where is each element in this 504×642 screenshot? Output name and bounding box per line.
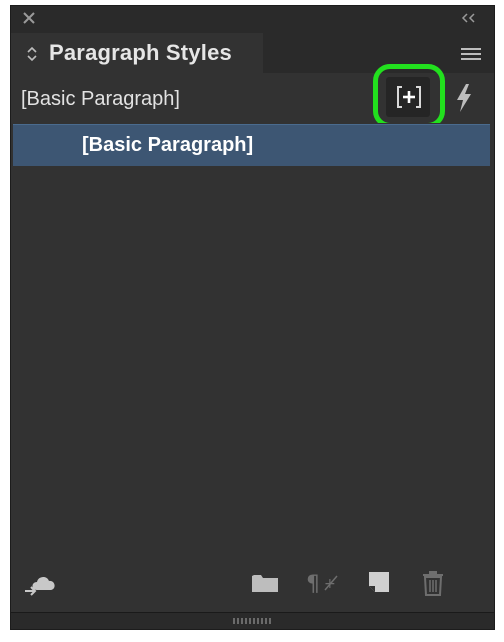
trash-icon[interactable] — [421, 570, 445, 601]
double-chevron-left-icon[interactable] — [460, 11, 478, 25]
svg-text:¶: ¶ — [306, 572, 320, 596]
panel-titlebar — [11, 6, 494, 33]
tab-paragraph-styles[interactable]: Paragraph Styles — [11, 33, 263, 73]
resize-handle[interactable] — [11, 612, 494, 629]
paragraph-styles-panel: Paragraph Styles [Basic Paragraph] [Basi… — [10, 5, 495, 630]
folder-icon[interactable] — [251, 570, 279, 599]
grip-icon — [233, 618, 271, 624]
list-item-basic-paragraph[interactable]: [Basic Paragraph] — [13, 124, 490, 166]
updown-arrows-icon — [26, 45, 38, 63]
pilcrow-clear-overrides-icon[interactable]: ¶ + — [305, 570, 345, 601]
hamburger-menu-icon[interactable] — [460, 46, 482, 62]
panel-bottom-toolbar: ¶ + — [11, 562, 494, 612]
current-style-label: [Basic Paragraph] — [21, 88, 180, 110]
close-icon[interactable] — [21, 10, 37, 26]
new-style-page-icon[interactable] — [367, 570, 391, 599]
cloud-library-icon[interactable] — [23, 570, 61, 603]
list-item-label: [Basic Paragraph] — [82, 134, 254, 156]
lightning-bolt-icon[interactable] — [454, 83, 474, 113]
styles-list: [Basic Paragraph] — [11, 123, 494, 593]
highlight-ring — [373, 64, 445, 128]
tab-label: Paragraph Styles — [49, 40, 232, 65]
